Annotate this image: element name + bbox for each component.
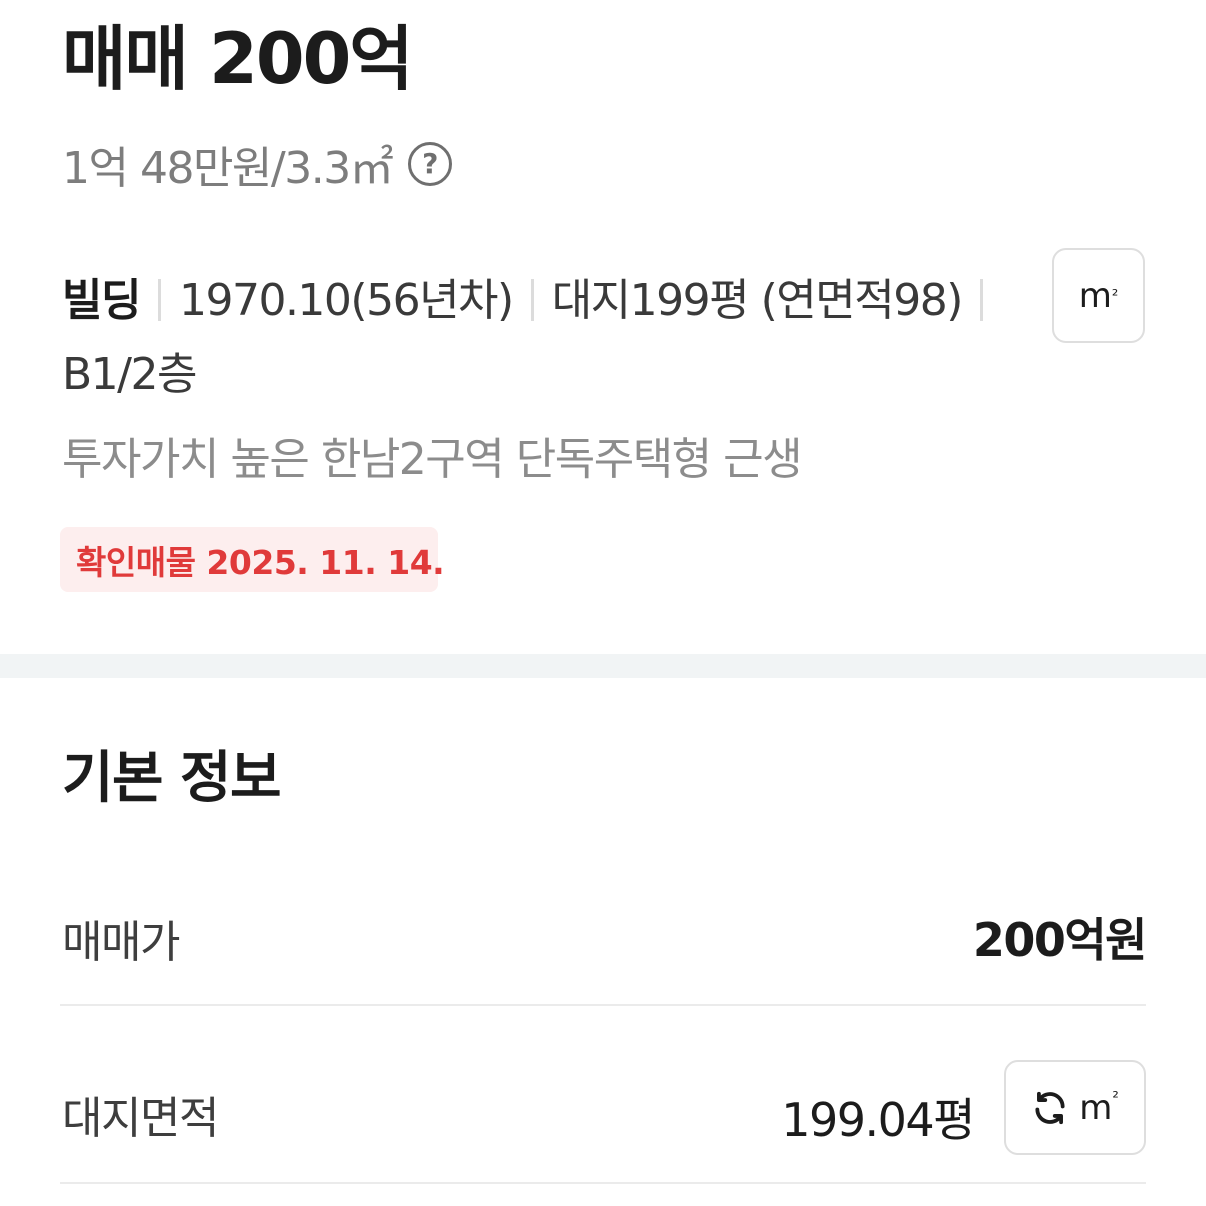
listing-specs: 빌딩 1970.10(56년차) 대지199평 (연면적98) B1/2층	[62, 264, 1022, 412]
listing-description: 투자가치 높은 한남2구역 단독주택형 근생	[62, 434, 803, 485]
section-divider	[0, 654, 1206, 678]
info-value: 199.04평	[781, 1093, 975, 1147]
listing-detail-page: 매매 200억 1억 48만원/3.3㎡ ? 빌딩 1970.10(56년차) 대지…	[0, 0, 1206, 1206]
unit-price: 1억 48만원/3.3㎡	[62, 143, 394, 194]
built-year: 1970.10(56년차)	[178, 275, 514, 326]
floor-info: B1/2층	[62, 349, 197, 400]
info-value: 200억원	[972, 913, 1148, 967]
unit-price-row: 1억 48만원/3.3㎡ ?	[62, 134, 453, 194]
spec-divider	[530, 279, 534, 321]
unit-sup: ²	[1111, 286, 1119, 305]
building-type: 빌딩	[62, 275, 141, 326]
spec-divider	[157, 279, 161, 321]
price-title: 매매 200억	[62, 18, 414, 100]
verified-listing-badge: 확인매물 2025. 11. 14.	[60, 527, 445, 592]
listing-summary: 매매 200억 1억 48만원/3.3㎡ ? 빌딩 1970.10(56년차) 대지…	[0, 0, 1206, 654]
basic-info-section: 기본 정보 매매가 200억원 대지면적 199.04평 m²	[0, 678, 1206, 1206]
spec-divider	[979, 279, 983, 321]
unit-label: m	[1079, 1087, 1113, 1128]
info-row-sale-price: 매매가 200억원	[60, 858, 1148, 1006]
unit-sup: ²	[1112, 1087, 1119, 1107]
refresh-icon	[1031, 1089, 1069, 1127]
info-label: 대지면적	[62, 1093, 219, 1144]
unit-label: m	[1078, 275, 1112, 316]
area-unit-convert-button[interactable]: m²	[1004, 1060, 1146, 1155]
info-row-land-area: 대지면적 199.04평 m²	[60, 1032, 1146, 1184]
info-label: 매매가	[62, 917, 180, 968]
land-area: 대지199평 (연면적98)	[551, 275, 964, 326]
question-circle-icon[interactable]: ?	[408, 142, 453, 186]
area-unit-toggle-button[interactable]: m²	[1052, 248, 1145, 343]
section-title: 기본 정보	[62, 746, 282, 811]
